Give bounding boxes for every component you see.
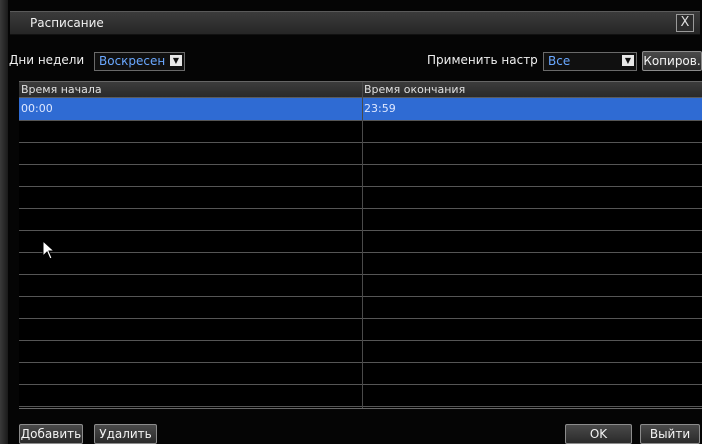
weekday-dropdown[interactable]: Воскресен ▼: [94, 52, 185, 71]
apply-settings-dropdown[interactable]: Все ▼: [543, 52, 637, 71]
apply-settings-label: Применить настр: [427, 53, 538, 67]
ok-button[interactable]: OK: [565, 424, 632, 444]
apply-settings-value: Все: [548, 54, 571, 68]
chevron-down-icon: ▼: [622, 55, 634, 66]
table-row[interactable]: [19, 384, 702, 407]
table-header: Время начала Время окончания: [19, 82, 702, 98]
exit-button[interactable]: Выйти: [640, 424, 700, 444]
cell-start-time: 00:00: [21, 102, 53, 115]
column-divider: [362, 82, 363, 408]
table-row[interactable]: [19, 296, 702, 319]
weekday-label: Дни недели: [9, 53, 85, 67]
table-row[interactable]: [19, 252, 702, 275]
schedule-table: Время начала Время окончания 00:00 23:59: [19, 81, 702, 409]
chevron-down-icon: ▼: [170, 55, 182, 66]
header-end-time: Время окончания: [364, 83, 466, 96]
weekday-value: Воскресен: [99, 54, 166, 68]
table-row[interactable]: [19, 362, 702, 385]
table-row[interactable]: [19, 120, 702, 143]
table-row[interactable]: 00:00 23:59: [19, 98, 702, 121]
cell-end-time: 23:59: [364, 102, 396, 115]
window-title: Расписание: [30, 16, 104, 30]
table-row[interactable]: [19, 318, 702, 341]
window-left-edge: [0, 0, 8, 444]
table-row[interactable]: [19, 208, 702, 231]
delete-button[interactable]: Удалить: [94, 424, 157, 444]
table-row[interactable]: [19, 274, 702, 297]
table-row[interactable]: [19, 230, 702, 253]
table-row[interactable]: [19, 164, 702, 187]
title-bar: Расписание X: [10, 11, 700, 35]
close-icon: X: [680, 15, 690, 30]
close-button[interactable]: X: [676, 14, 694, 32]
add-button[interactable]: Добавить: [19, 424, 83, 444]
table-row[interactable]: [19, 340, 702, 363]
header-start-time: Время начала: [21, 83, 102, 96]
table-row[interactable]: [19, 142, 702, 165]
mouse-pointer-icon: [42, 240, 56, 260]
table-row[interactable]: [19, 186, 702, 209]
copy-button[interactable]: Копиров.: [642, 51, 702, 71]
